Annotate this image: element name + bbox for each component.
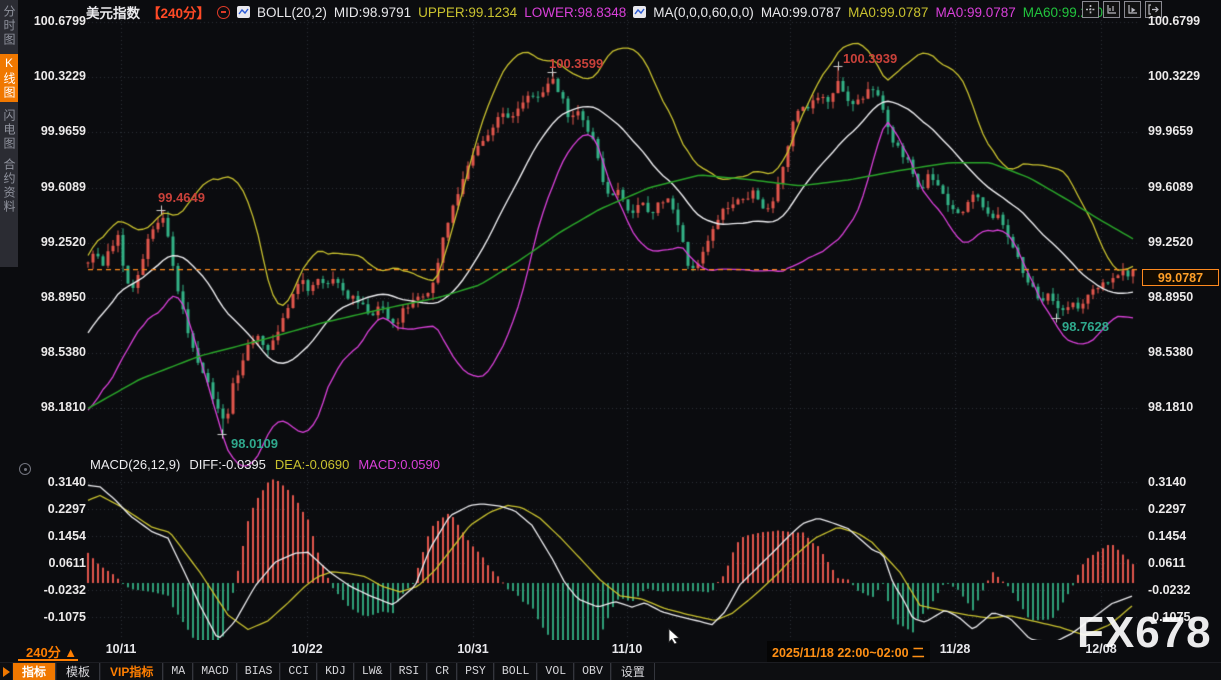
price-axis-label: 100.6799 [24, 14, 86, 28]
axis-scale-icon[interactable] [1103, 1, 1120, 18]
date-tick: 10/22 [291, 642, 322, 656]
ma-label: MA(0,0,0,60,0,0) [653, 5, 754, 20]
ma0-magenta-value: MA0:99.0787 [935, 5, 1015, 20]
macd-axis-label: 0.2297 [24, 502, 86, 516]
boll-mid-value: MID:98.9791 [334, 5, 411, 20]
price-macd-chart[interactable] [0, 0, 1221, 662]
boll-lower-value: LOWER:98.8348 [524, 5, 626, 20]
boll-chart-icon[interactable] [237, 6, 250, 18]
time-axis-row [0, 640, 1221, 660]
price-axis-label: 98.8950 [1148, 290, 1210, 304]
macd-header: MACD(26,12,9) DIFF:-0.0395 DEA:-0.0690 M… [90, 457, 440, 472]
date-tick: 10/31 [457, 642, 488, 656]
price-axis-label: 100.6799 [1148, 14, 1210, 28]
fx678-watermark: FX678 [1077, 608, 1212, 658]
mouse-cursor [668, 628, 682, 649]
date-tick: 10/11 [106, 642, 137, 656]
toolbar-item-bias[interactable]: BIAS [237, 663, 281, 680]
price-axis-label: 99.6089 [24, 180, 86, 194]
price-axis-label: 98.5380 [1148, 345, 1210, 359]
date-tick: 11/10 [612, 642, 643, 656]
period-label[interactable]: 【240分】 [147, 2, 210, 22]
toolbar-item-lwr[interactable]: LW& [354, 663, 391, 680]
macd-axis-label: 0.3140 [24, 475, 86, 489]
macd-axis-label: 0.3140 [1148, 475, 1210, 489]
toolbar-item-psy[interactable]: PSY [457, 663, 494, 680]
macd-axis-label: 0.1454 [1148, 529, 1210, 543]
price-axis-label: 99.2520 [1148, 235, 1210, 249]
toolbar-item-cr[interactable]: CR [427, 663, 457, 680]
high-label: 100.3939 [843, 51, 897, 66]
price-axis-label: 98.1810 [1148, 400, 1210, 414]
macd-diff-value: DIFF:-0.0395 [189, 457, 266, 472]
macd-axis-label: -0.0232 [1148, 583, 1210, 597]
macd-macd-value: MACD:0.0590 [358, 457, 440, 472]
price-axis-label: 99.2520 [24, 235, 86, 249]
indicator-toolbar: 指标 模板 VIP指标 MA MACD BIAS CCI KDJ LW& RSI… [0, 662, 1221, 680]
last-price-tag: 99.0787 [1142, 269, 1219, 286]
toolbar-item-settings[interactable]: 设置 [611, 663, 655, 680]
indicator-pane-icon[interactable] [19, 463, 31, 475]
highlighted-datetime: 2025/11/18 22:00~02:00 二 [767, 641, 930, 662]
sidebar-tab-lightning[interactable]: 闪电图 [0, 109, 18, 151]
macd-axis-label: 0.0611 [24, 556, 86, 570]
toolbar-item-kdj[interactable]: KDJ [317, 663, 354, 680]
price-axis-label: 100.3229 [24, 69, 86, 83]
toolbar-item-macd[interactable]: MACD [193, 663, 237, 680]
ma0-yellow-value: MA0:99.0787 [848, 5, 928, 20]
high-label: 99.4649 [158, 190, 205, 205]
price-axis-label: 98.1810 [24, 400, 86, 414]
toolbar-corner-icon[interactable] [0, 663, 12, 680]
date-tick: 11/28 [940, 642, 971, 656]
toolbar-item-ma[interactable]: MA [163, 663, 193, 680]
price-axis-label: 100.3229 [1148, 69, 1210, 83]
toolbar-item-obv[interactable]: OBV [574, 663, 611, 680]
sidebar-tab-contract-info[interactable]: 合约资料 [0, 158, 18, 214]
toolbar-item-rsi[interactable]: RSI [391, 663, 428, 680]
toolbar-item-cci[interactable]: CCI [280, 663, 317, 680]
toolbar-item-vol[interactable]: VOL [537, 663, 574, 680]
boll-label: BOLL(20,2) [257, 5, 327, 20]
macd-axis-label: -0.1075 [24, 610, 86, 624]
macd-axis-label: -0.0232 [24, 583, 86, 597]
left-sidebar: 分时图 K线图 闪电图 合约资料 [0, 0, 18, 267]
macd-axis-label: 0.2297 [1148, 502, 1210, 516]
chart-header: 美元指数 【240分】 BOLL(20,2) MID:98.9791 UPPER… [86, 3, 1111, 21]
low-label: 98.0109 [231, 436, 278, 451]
ma-chart-icon[interactable] [633, 6, 646, 18]
play-chart-icon[interactable] [1124, 1, 1141, 18]
sidebar-tab-timeline[interactable]: 分时图 [0, 5, 18, 47]
sidebar-tab-kline[interactable]: K线图 [0, 54, 18, 102]
price-axis-label: 99.6089 [1148, 180, 1210, 194]
move-icon[interactable] [1082, 1, 1099, 18]
price-axis-label: 99.9659 [24, 124, 86, 138]
high-label: 100.3599 [549, 56, 603, 71]
low-label: 98.7628 [1062, 319, 1109, 334]
toolbar-item-boll[interactable]: BOLL [494, 663, 538, 680]
macd-axis-label: 0.0611 [1148, 556, 1210, 570]
toolbar-item-template[interactable]: 模板 [56, 663, 100, 680]
price-axis-label: 98.8950 [24, 290, 86, 304]
ma0-white-value: MA0:99.0787 [761, 5, 841, 20]
remove-indicator-icon[interactable] [217, 6, 230, 19]
macd-dea-value: DEA:-0.0690 [275, 457, 349, 472]
macd-axis-label: 0.1454 [24, 529, 86, 543]
price-axis-label: 99.9659 [1148, 124, 1210, 138]
price-axis-label: 98.5380 [24, 345, 86, 359]
symbol-name: 美元指数 [86, 2, 140, 22]
macd-params-label: MACD(26,12,9) [90, 457, 180, 472]
period-underline [18, 659, 78, 661]
boll-upper-value: UPPER:99.1234 [418, 5, 517, 20]
toolbar-item-vip-indicator[interactable]: VIP指标 [100, 663, 163, 680]
toolbar-item-indicator[interactable]: 指标 [12, 663, 56, 680]
